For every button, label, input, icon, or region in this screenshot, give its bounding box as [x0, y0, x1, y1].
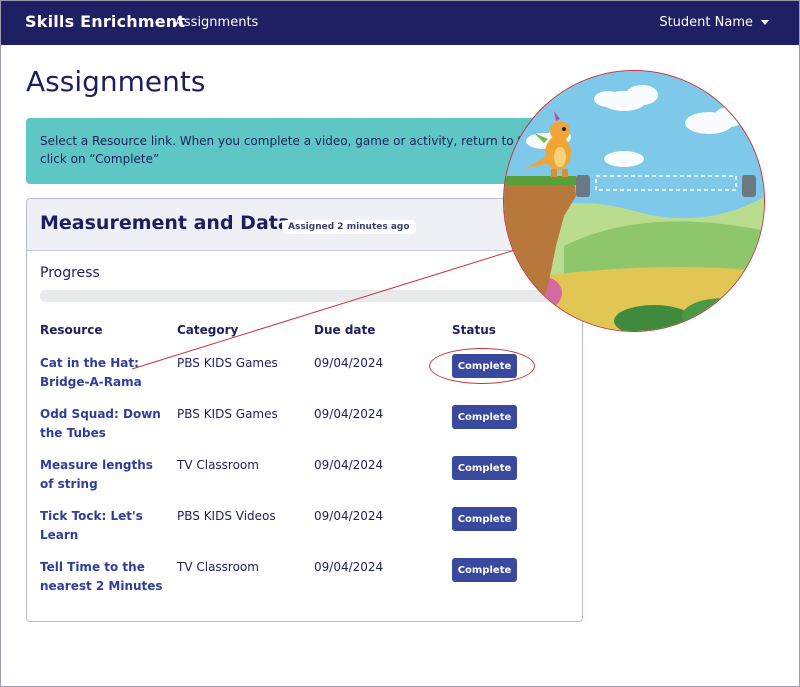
user-name: Student Name: [659, 15, 753, 30]
user-menu-dropdown[interactable]: Student Name: [659, 15, 769, 30]
page-title: Assignments: [26, 65, 206, 98]
column-header-status: Status: [452, 323, 496, 337]
complete-button[interactable]: Complete: [452, 507, 517, 531]
due-date-cell: 09/04/2024: [314, 458, 384, 472]
progress-label: Progress: [40, 265, 100, 281]
info-alert: Select a Resource link. When you complet…: [26, 118, 556, 184]
due-date-cell: 09/04/2024: [314, 560, 384, 574]
brand-logo[interactable]: Skills Enrichment: [25, 12, 185, 31]
category-cell: TV Classroom: [177, 458, 259, 472]
caret-down-icon: [761, 20, 769, 25]
category-cell: PBS KIDS Games: [177, 356, 278, 370]
table-row: Tick Tock: Let's Learn PBS KIDS Videos 0…: [27, 507, 582, 557]
resource-link[interactable]: Tick Tock: Let's Learn: [40, 507, 165, 545]
card-header: Measurement and Data Assigned 2 minutes …: [27, 199, 582, 251]
nav-link-assignments[interactable]: Assignments: [175, 15, 258, 30]
due-date-cell: 09/04/2024: [314, 509, 384, 523]
complete-button[interactable]: Complete: [452, 405, 517, 429]
due-date-cell: 09/04/2024: [314, 407, 384, 421]
annotation-ellipse: [429, 348, 535, 384]
column-header-category: Category: [177, 323, 239, 337]
complete-button[interactable]: Complete: [452, 456, 517, 480]
category-cell: PBS KIDS Videos: [177, 509, 276, 523]
resource-link[interactable]: Tell Time to the nearest 2 Minutes: [40, 558, 165, 596]
top-navbar: Skills Enrichment Assignments Student Na…: [1, 1, 799, 45]
assignment-card: Measurement and Data Assigned 2 minutes …: [26, 198, 583, 622]
table-row: Tell Time to the nearest 2 Minutes TV Cl…: [27, 558, 582, 608]
resource-link[interactable]: Cat in the Hat: Bridge-A-Rama: [40, 354, 165, 392]
card-title: Measurement and Data: [40, 212, 291, 234]
category-cell: PBS KIDS Games: [177, 407, 278, 421]
column-header-due-date: Due date: [314, 323, 376, 337]
game-preview-magnifier: [503, 70, 765, 332]
complete-button[interactable]: Complete: [452, 558, 517, 582]
column-header-resource: Resource: [40, 323, 103, 337]
category-cell: TV Classroom: [177, 560, 259, 574]
table-row: Odd Squad: Down the Tubes PBS KIDS Games…: [27, 405, 582, 455]
progress-bar: [40, 290, 570, 302]
table-row: Measure lengths of string TV Classroom 0…: [27, 456, 582, 506]
alert-line-1: Select a Resource link. When you complet…: [40, 134, 551, 148]
game-preview-illustration: [504, 71, 764, 331]
assigned-badge: Assigned 2 minutes ago: [282, 220, 416, 234]
resource-link[interactable]: Measure lengths of string: [40, 456, 165, 494]
due-date-cell: 09/04/2024: [314, 356, 384, 370]
alert-line-2: click on “Complete”: [40, 152, 160, 166]
resource-link[interactable]: Odd Squad: Down the Tubes: [40, 405, 165, 443]
